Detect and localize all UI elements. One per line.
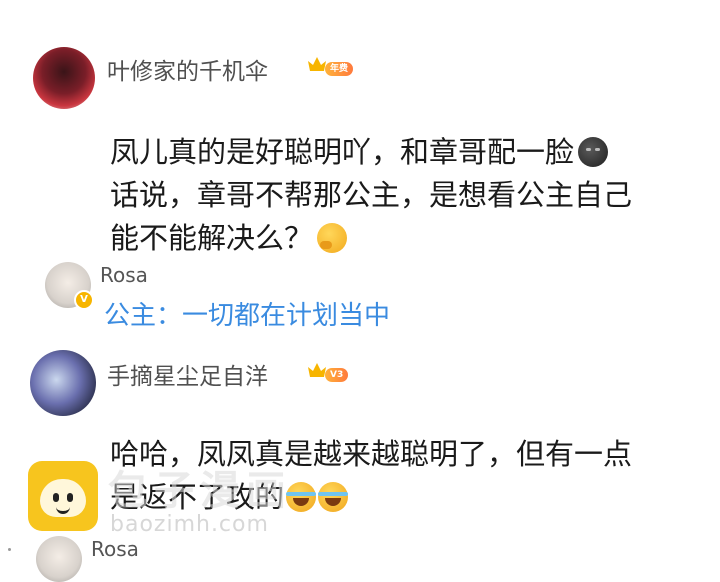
moon-face-icon <box>578 137 609 167</box>
bun-face-icon <box>40 479 86 517</box>
crown-icon <box>308 363 326 377</box>
verified-badge: V <box>74 290 94 310</box>
watermark-url: baozimh.com <box>110 512 269 537</box>
reply-avatar[interactable] <box>36 536 82 582</box>
comment-text: 凤儿真的是好聪明吖，和章哥配一脸 话说，章哥不帮那公主，是想看公主自己 能不能解… <box>110 135 633 255</box>
laughing-tears-icon <box>318 482 349 512</box>
reply-text[interactable]: 公主：一切都在计划当中 <box>104 295 390 332</box>
reply-username[interactable]: Rosa <box>91 537 139 561</box>
avatar[interactable] <box>30 350 96 416</box>
crown-icon <box>308 57 326 71</box>
divider-dot <box>8 548 11 551</box>
comment-username[interactable]: 叶修家的千机伞 <box>107 52 268 86</box>
level-badge: V3 <box>325 368 349 382</box>
avatar[interactable] <box>33 47 95 109</box>
thinking-face-icon <box>317 223 348 253</box>
reply-username[interactable]: Rosa <box>100 263 148 287</box>
comment-username[interactable]: 手摘星尘足自洋 <box>107 357 268 391</box>
watermark-logo <box>28 461 98 531</box>
watermark-text: 包子漫画 <box>108 468 292 514</box>
level-badge: 年费 <box>325 62 354 76</box>
